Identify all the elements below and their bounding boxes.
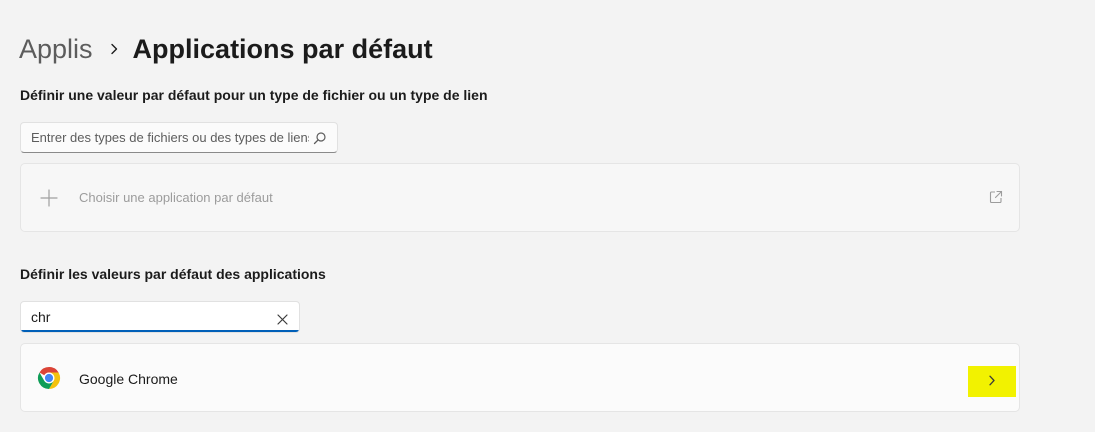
chrome-logo-icon — [37, 366, 61, 390]
chevron-right-icon — [988, 373, 996, 391]
app-search-input[interactable] — [21, 302, 299, 332]
plus-icon — [40, 189, 58, 207]
app-search-box — [20, 301, 300, 333]
clear-icon[interactable] — [277, 312, 288, 325]
external-link-icon — [989, 190, 1003, 204]
breadcrumb: Applis Applications par défaut — [19, 30, 433, 68]
app-defaults-section-title: Définir les valeurs par défaut des appli… — [20, 266, 326, 282]
choose-default-app-label: Choisir une application par défaut — [79, 190, 273, 205]
file-type-section-title: Définir une valeur par défaut pour un ty… — [20, 87, 488, 103]
choose-default-app-card[interactable]: Choisir une application par défaut — [20, 163, 1020, 232]
open-app-defaults-button[interactable] — [968, 366, 1016, 397]
chevron-right-icon — [109, 43, 119, 55]
file-type-search-input[interactable] — [21, 123, 337, 152]
page-title: Applications par défaut — [132, 33, 433, 64]
search-icon[interactable] — [313, 131, 327, 145]
app-name: Google Chrome — [79, 371, 178, 387]
app-result-row[interactable]: Google Chrome — [20, 343, 1020, 412]
breadcrumb-parent-link[interactable]: Applis — [19, 34, 93, 65]
file-type-search-box — [20, 122, 338, 153]
